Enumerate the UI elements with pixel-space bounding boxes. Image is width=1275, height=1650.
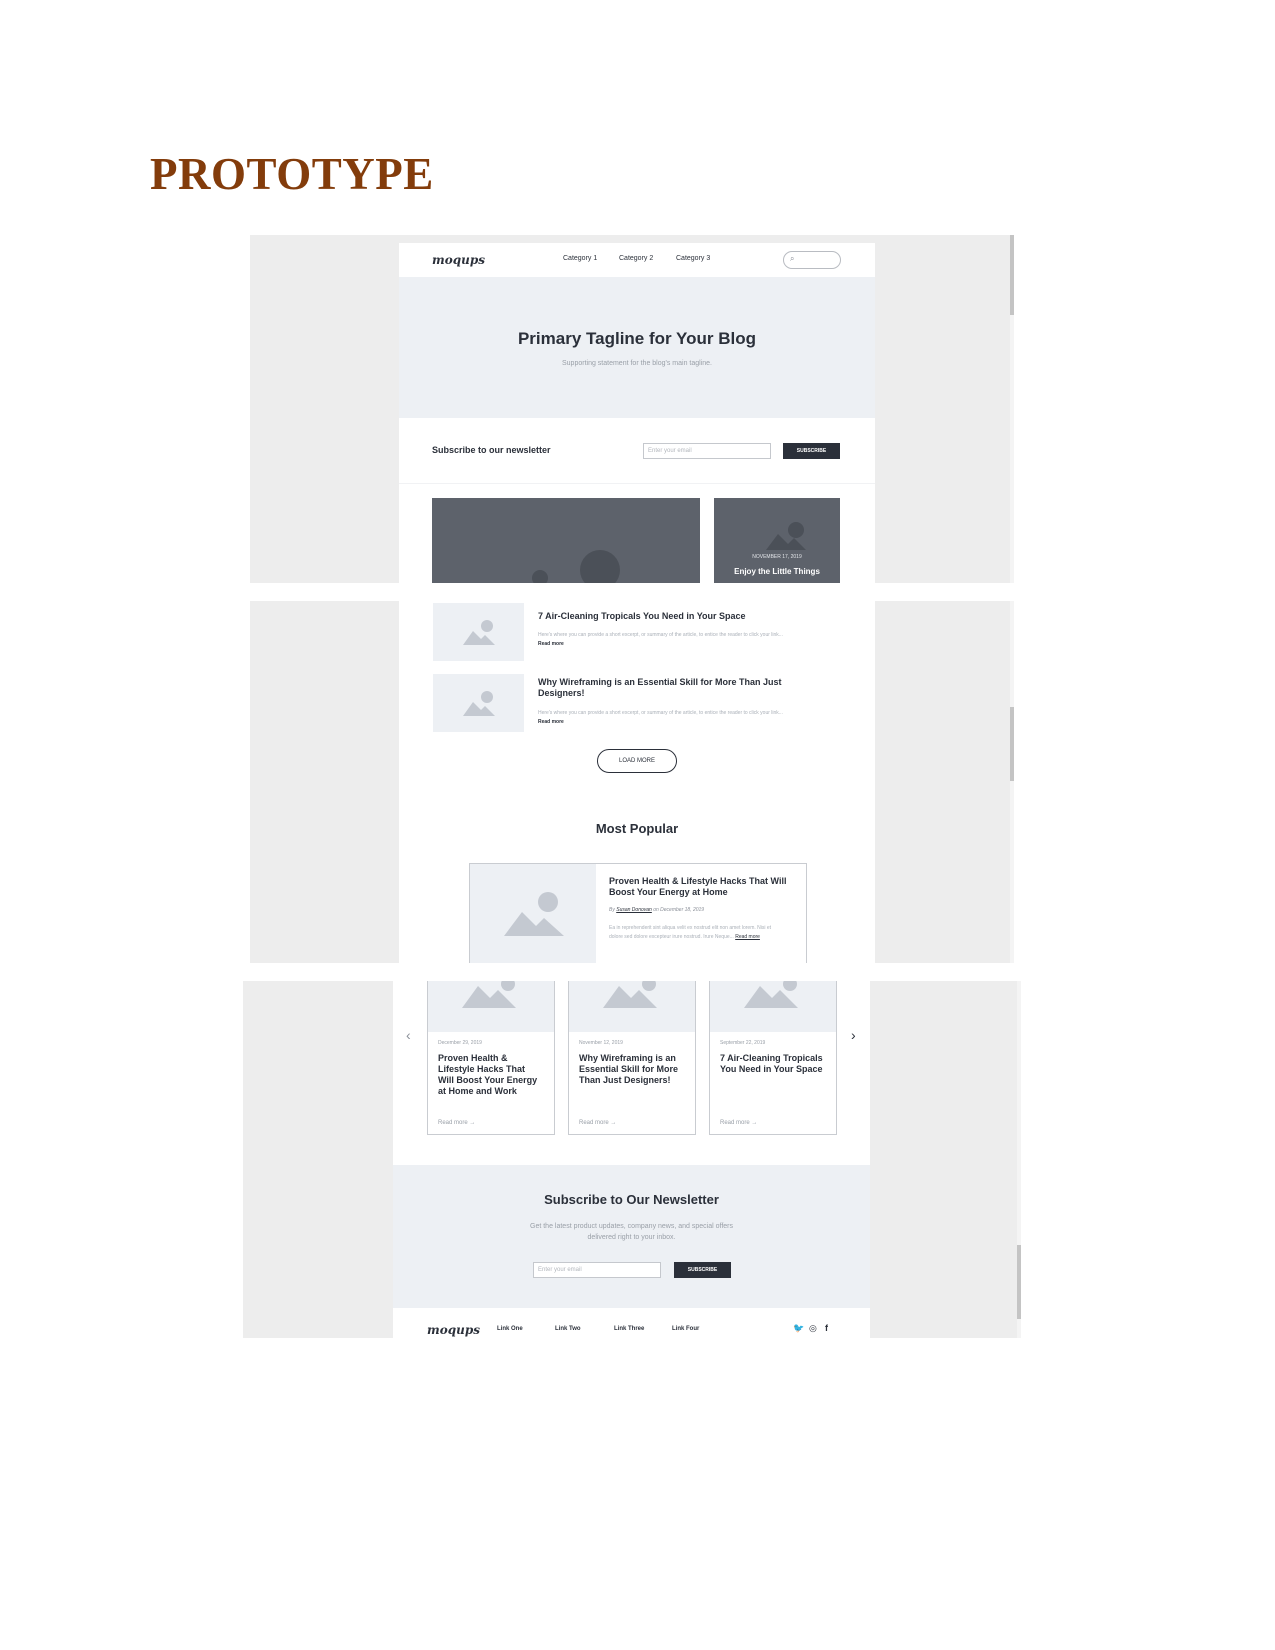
featured-title: Enjoy the Little Things — [734, 567, 820, 576]
screenshot-top: moqups Category 1 Category 2 Category 3 … — [250, 235, 1014, 583]
article-excerpt: Here's where you can provide a short exc… — [538, 632, 783, 647]
nav-category-2[interactable]: Category 2 — [619, 255, 653, 262]
article-title[interactable]: 7 Air-Cleaning Tropicals You Need in You… — [538, 611, 788, 622]
page-frame: moqups Category 1 Category 2 Category 3 … — [399, 243, 875, 583]
popular-card-meta: By Susan Donovan on December 18, 2019 — [609, 907, 705, 913]
newsletter-description-line-2: delivered right to your inbox. — [587, 1234, 676, 1241]
image-placeholder-icon — [603, 981, 657, 1008]
article-title[interactable]: Why Wireframing is an Essential Skill fo… — [538, 677, 788, 699]
popular-card[interactable]: Proven Health & Lifestyle Hacks That Wil… — [469, 863, 807, 963]
image-placeholder-icon — [463, 620, 495, 645]
carousel-card[interactable]: September 22, 2019 7 Air-Cleaning Tropic… — [709, 981, 837, 1135]
carousel-card[interactable]: November 12, 2019 Why Wireframing is an … — [568, 981, 696, 1135]
document-heading: PROTOTYPE — [150, 149, 434, 199]
carousel-card-image — [428, 981, 554, 1032]
facebook-icon[interactable]: f — [825, 1323, 828, 1333]
footer-link-three[interactable]: Link Three — [614, 1326, 644, 1332]
screenshot-bottom: ‹ › December 29, 2019 Proven Health & Li… — [243, 981, 1021, 1338]
article-thumbnail[interactable] — [433, 603, 524, 661]
hero-supporting-text: Supporting statement for the blog's main… — [562, 360, 712, 367]
popular-card-title[interactable]: Proven Health & Lifestyle Hacks That Wil… — [609, 876, 789, 898]
hero-tagline: Primary Tagline for Your Blog — [517, 329, 757, 348]
newsletter-section: Subscribe to Our Newsletter Get the late… — [393, 1165, 870, 1308]
featured-date: NOVEMBER 17, 2019 — [752, 554, 802, 560]
article-excerpt: Here's where you can provide a short exc… — [538, 710, 783, 725]
divider — [399, 483, 875, 484]
newsletter-heading: Subscribe to Our Newsletter — [544, 1192, 719, 1207]
load-more-button[interactable]: LOAD MORE — [597, 749, 677, 773]
nav-category-1[interactable]: Category 1 — [563, 255, 597, 262]
image-placeholder-icon — [744, 981, 798, 1008]
site-logo[interactable]: moqups — [432, 253, 485, 267]
search-input[interactable]: ⌕ — [783, 251, 841, 269]
page-frame: 7 Air-Cleaning Tropicals You Need in You… — [399, 601, 875, 963]
popular-card-image — [470, 864, 596, 963]
read-more-link[interactable]: Read more — [538, 719, 564, 725]
footer-logo[interactable]: moqups — [427, 1323, 480, 1337]
read-more-link[interactable]: Read more — [735, 934, 760, 940]
read-more-link[interactable]: Read more → — [579, 1120, 616, 1126]
email-field[interactable]: Enter your email — [533, 1262, 661, 1278]
footer-link-one[interactable]: Link One — [497, 1326, 523, 1332]
subscribe-button[interactable]: SUBSCRIBE — [674, 1262, 731, 1278]
carousel-card-title[interactable]: Proven Health & Lifestyle Hacks That Wil… — [438, 1053, 542, 1097]
featured-side-card[interactable]: NOVEMBER 17, 2019 Enjoy the Little Thing… — [714, 498, 840, 583]
author-link[interactable]: Susan Donovan — [616, 907, 652, 913]
image-placeholder-icon — [463, 691, 495, 716]
carousel-card-image — [710, 981, 836, 1032]
newsletter-description: Get the latest product updates, company … — [530, 1223, 733, 1230]
featured-main-card[interactable] — [432, 498, 700, 583]
footer-link-four[interactable]: Link Four — [672, 1326, 699, 1332]
carousel-card-image — [569, 981, 695, 1032]
article-thumbnail[interactable] — [433, 674, 524, 732]
scrollbar[interactable] — [1010, 235, 1014, 583]
most-popular-heading: Most Popular — [595, 821, 679, 836]
carousel-card-date: September 22, 2019 — [720, 1040, 766, 1046]
image-placeholder-icon — [462, 981, 516, 1008]
carousel-next-button[interactable]: › — [851, 1027, 856, 1043]
page-frame: ‹ › December 29, 2019 Proven Health & Li… — [393, 981, 870, 1338]
screenshot-middle: 7 Air-Cleaning Tropicals You Need in You… — [250, 601, 1014, 963]
carousel-prev-button[interactable]: ‹ — [406, 1027, 411, 1043]
carousel-card[interactable]: December 29, 2019 Proven Health & Lifest… — [427, 981, 555, 1135]
newsletter-label: Subscribe to our newsletter — [432, 445, 551, 455]
scrollbar[interactable] — [1017, 981, 1021, 1338]
twitter-icon[interactable]: 🐦 — [793, 1323, 804, 1334]
image-placeholder-icon — [504, 892, 564, 936]
image-placeholder-icon — [766, 522, 806, 550]
instagram-icon[interactable]: ◎ — [809, 1323, 817, 1334]
image-placeholder-icon — [532, 550, 620, 583]
scrollbar[interactable] — [1010, 601, 1014, 963]
carousel-card-date: December 29, 2019 — [438, 1040, 482, 1046]
carousel-card-title[interactable]: 7 Air-Cleaning Tropicals You Need in You… — [720, 1053, 824, 1075]
search-icon: ⌕ — [790, 254, 795, 263]
carousel-card-date: November 12, 2019 — [579, 1040, 623, 1046]
carousel-card-title[interactable]: Why Wireframing is an Essential Skill fo… — [579, 1053, 683, 1086]
read-more-link[interactable]: Read more → — [438, 1120, 475, 1126]
subscribe-button[interactable]: SUBSCRIBE — [783, 443, 840, 459]
popular-card-excerpt: Ea in reprehenderit sint aliqua velit ex… — [609, 925, 772, 940]
read-more-link[interactable]: Read more — [538, 641, 564, 647]
footer-link-two[interactable]: Link Two — [555, 1326, 581, 1332]
email-field[interactable]: Enter your email — [643, 443, 771, 459]
hero-banner: Primary Tagline for Your Blog Supporting… — [399, 277, 875, 418]
read-more-link[interactable]: Read more → — [720, 1120, 757, 1126]
nav-category-3[interactable]: Category 3 — [676, 255, 710, 262]
